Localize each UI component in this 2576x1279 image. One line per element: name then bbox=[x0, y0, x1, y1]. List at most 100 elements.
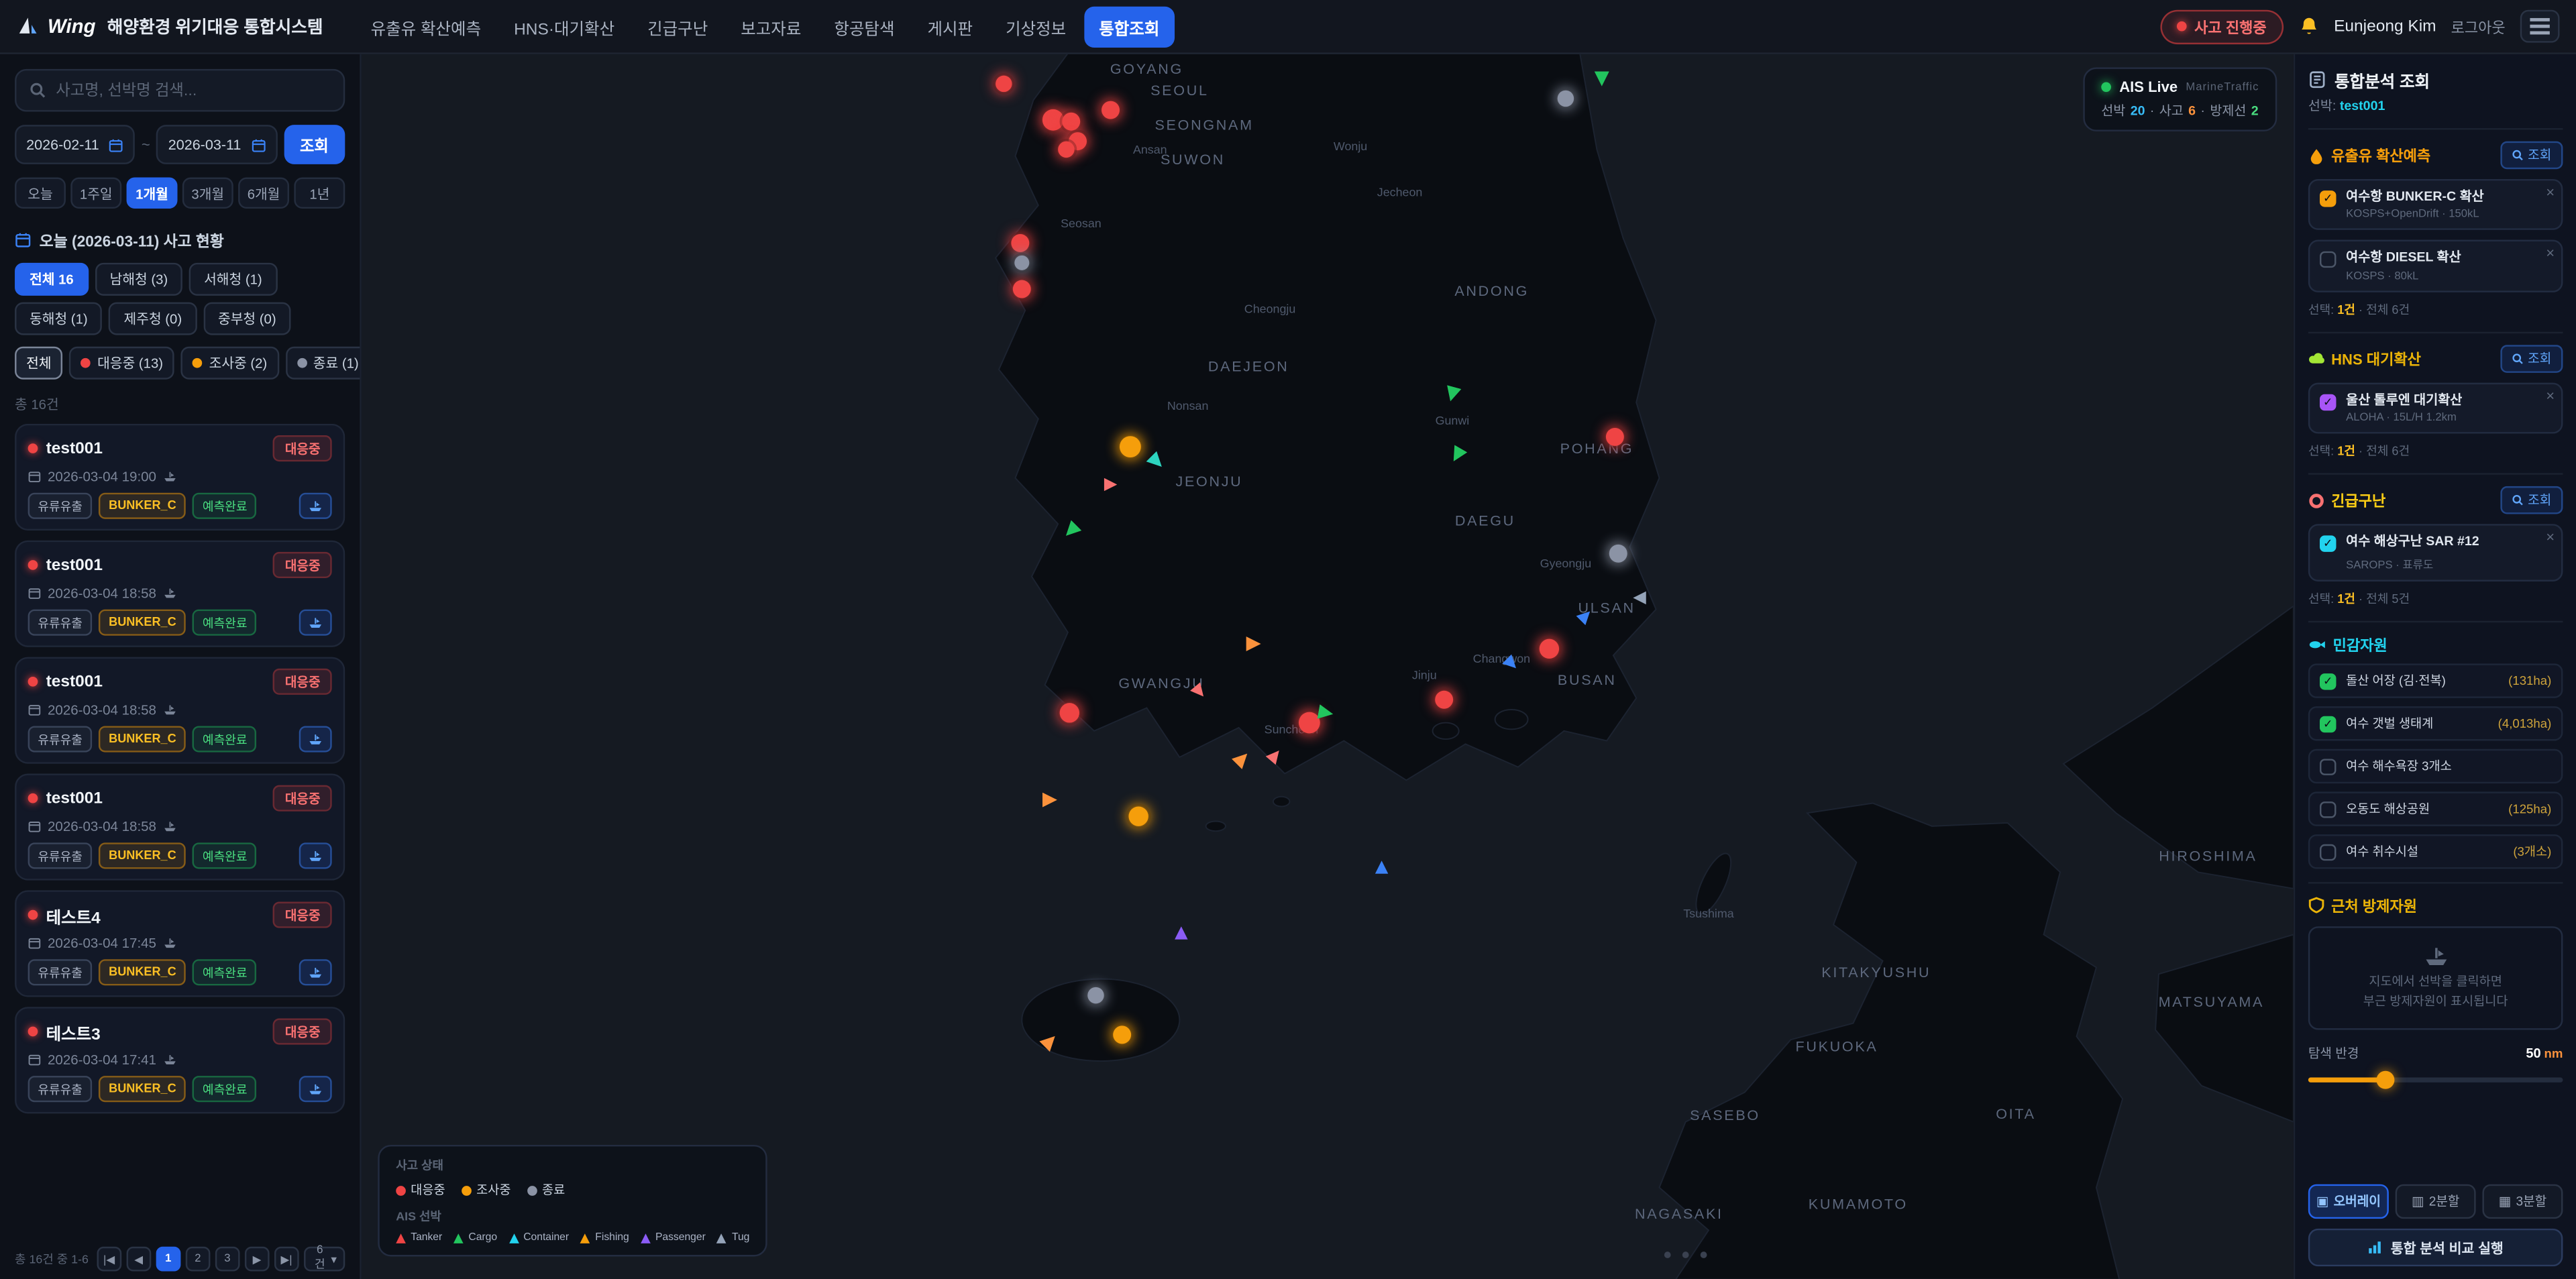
locate-on-map-button[interactable] bbox=[299, 610, 332, 636]
resource-row[interactable]: 여수 갯벌 생태계 (4,013ha) bbox=[2308, 706, 2563, 740]
quick-range-button[interactable]: 오늘 bbox=[15, 177, 66, 209]
simulation-item[interactable]: 여수 해상구난 SAR #12 SAROPS · 표류도 × bbox=[2308, 524, 2563, 581]
region-filter-chip[interactable]: 전체 16 bbox=[15, 263, 89, 296]
radius-slider[interactable] bbox=[2308, 1069, 2563, 1091]
region-filter-chip[interactable]: 제주청 (0) bbox=[109, 302, 197, 335]
map-marker[interactable] bbox=[1060, 703, 1079, 722]
resource-checkbox[interactable] bbox=[2320, 673, 2336, 689]
resource-row[interactable]: 오동도 해상공원 (125ha) bbox=[2308, 791, 2563, 825]
map-marker[interactable] bbox=[996, 76, 1012, 92]
resource-checkbox[interactable] bbox=[2320, 801, 2336, 817]
status-filter-chip[interactable]: 대응중 (13) bbox=[70, 347, 175, 380]
page-number-button[interactable]: 3 bbox=[215, 1247, 240, 1272]
nav-item[interactable]: 긴급구난 bbox=[633, 6, 722, 47]
simulation-checkbox[interactable] bbox=[2320, 190, 2336, 207]
sar-query-button[interactable]: 조회 bbox=[2500, 486, 2563, 514]
map-marker[interactable] bbox=[1318, 704, 1335, 722]
nav-item[interactable]: 항공탐색 bbox=[819, 6, 909, 47]
map-marker[interactable] bbox=[1058, 142, 1074, 158]
locate-on-map-button[interactable] bbox=[299, 726, 332, 752]
locate-on-map-button[interactable] bbox=[299, 959, 332, 985]
map-marker[interactable] bbox=[1061, 520, 1081, 541]
quick-range-button[interactable]: 3개월 bbox=[182, 177, 233, 209]
remove-item-button[interactable]: × bbox=[2546, 531, 2555, 545]
quick-range-button[interactable]: 1년 bbox=[294, 177, 345, 209]
map-marker[interactable] bbox=[1576, 607, 1595, 626]
locate-on-map-button[interactable] bbox=[299, 493, 332, 519]
resource-checkbox[interactable] bbox=[2320, 716, 2336, 732]
remove-item-button[interactable]: × bbox=[2546, 186, 2555, 201]
map-marker[interactable] bbox=[1443, 385, 1461, 403]
simulation-checkbox[interactable] bbox=[2320, 252, 2336, 268]
nav-item[interactable]: 보고자료 bbox=[726, 6, 816, 47]
map[interactable]: GOYANGSEOULSEONGNAMAnsanSUWONWonjuJecheo… bbox=[362, 54, 2294, 1279]
map-marker[interactable] bbox=[1039, 1031, 1060, 1052]
bell-icon[interactable] bbox=[2298, 15, 2319, 37]
map-marker[interactable] bbox=[1128, 806, 1148, 826]
nav-item[interactable]: 기상정보 bbox=[991, 6, 1081, 47]
status-filter-chip[interactable]: 조사중 (2) bbox=[181, 347, 278, 380]
page-last-button[interactable]: ▶| bbox=[274, 1247, 299, 1272]
map-marker[interactable] bbox=[1190, 682, 1209, 701]
remove-item-button[interactable]: × bbox=[2546, 389, 2555, 404]
map-marker[interactable] bbox=[1175, 926, 1188, 940]
hns-query-button[interactable]: 조회 bbox=[2500, 345, 2563, 373]
date-query-button[interactable]: 조회 bbox=[283, 125, 345, 164]
quick-range-button[interactable]: 6개월 bbox=[238, 177, 289, 209]
simulation-checkbox[interactable] bbox=[2320, 394, 2336, 410]
remove-item-button[interactable]: × bbox=[2546, 247, 2555, 262]
simulation-item[interactable]: 여수항 DIESEL 확산 KOSPS · 80kL × bbox=[2308, 241, 2563, 292]
page-number-button[interactable]: 1 bbox=[156, 1247, 180, 1272]
map-marker[interactable] bbox=[1062, 113, 1080, 131]
map-marker[interactable] bbox=[1435, 691, 1453, 709]
incident-card[interactable]: test001 대응중 2026-03-04 18:58 유류유출BUNKER_… bbox=[15, 541, 345, 647]
region-filter-chip[interactable]: 서해청 (1) bbox=[189, 263, 277, 296]
nav-item[interactable]: HNS·대기확산 bbox=[499, 6, 629, 47]
page-size-select[interactable]: 6건 ▾ bbox=[304, 1247, 345, 1272]
status-filter-all[interactable]: 전체 bbox=[15, 347, 63, 380]
resource-checkbox[interactable] bbox=[2320, 844, 2336, 860]
map-marker[interactable] bbox=[1447, 445, 1467, 465]
oil-query-button[interactable]: 조회 bbox=[2500, 142, 2563, 170]
map-marker[interactable] bbox=[1299, 712, 1320, 734]
view-mode-button[interactable]: ▥ 2분할 bbox=[2396, 1184, 2476, 1219]
locate-on-map-button[interactable] bbox=[299, 842, 332, 869]
date-from-input[interactable]: 2026-02-11 bbox=[15, 125, 135, 164]
incident-active-badge[interactable]: 사고 진행중 bbox=[2160, 9, 2283, 43]
map-marker[interactable] bbox=[1014, 256, 1029, 270]
page-prev-button[interactable]: ◀ bbox=[126, 1247, 151, 1272]
map-marker[interactable] bbox=[1540, 639, 1559, 659]
simulation-checkbox[interactable] bbox=[2320, 536, 2336, 552]
map-marker[interactable] bbox=[1595, 72, 1609, 87]
view-mode-button[interactable]: ▣ 오버레이 bbox=[2308, 1184, 2389, 1219]
map-marker[interactable] bbox=[1246, 636, 1261, 651]
map-marker[interactable] bbox=[1120, 436, 1141, 457]
date-to-input[interactable]: 2026-03-11 bbox=[157, 125, 277, 164]
map-marker[interactable] bbox=[1042, 109, 1064, 131]
nav-item[interactable]: 통합조회 bbox=[1084, 6, 1174, 47]
resource-row[interactable]: 여수 취수시설 (3개소) bbox=[2308, 834, 2563, 868]
map-marker[interactable] bbox=[1375, 860, 1389, 874]
locate-on-map-button[interactable] bbox=[299, 1076, 332, 1102]
map-marker[interactable] bbox=[1042, 793, 1057, 808]
logout-button[interactable]: 로그아웃 bbox=[2451, 15, 2506, 37]
map-marker[interactable] bbox=[1013, 280, 1031, 298]
map-marker[interactable] bbox=[1011, 234, 1029, 252]
quick-range-button[interactable]: 1주일 bbox=[70, 177, 121, 209]
incident-card[interactable]: 테스트3 대응중 2026-03-04 17:41 유류유출BUNKER_C예측… bbox=[15, 1007, 345, 1113]
search-input[interactable] bbox=[56, 81, 330, 99]
map-marker[interactable] bbox=[1701, 1252, 1707, 1258]
hamburger-menu-button[interactable] bbox=[2520, 10, 2560, 43]
map-marker[interactable] bbox=[1113, 1025, 1131, 1044]
map-marker[interactable] bbox=[1232, 748, 1252, 769]
map-marker[interactable] bbox=[1502, 655, 1521, 673]
quick-range-button[interactable]: 1개월 bbox=[127, 177, 178, 209]
map-marker[interactable] bbox=[1102, 101, 1120, 119]
incident-card[interactable]: test001 대응중 2026-03-04 18:58 유류유출BUNKER_… bbox=[15, 657, 345, 764]
resource-row[interactable]: 여수 해수욕장 3개소 bbox=[2308, 748, 2563, 783]
incident-card[interactable]: test001 대응중 2026-03-04 19:00 유류유출BUNKER_… bbox=[15, 424, 345, 531]
run-comparison-button[interactable]: 통합 분석 비교 실행 bbox=[2308, 1229, 2563, 1266]
simulation-item[interactable]: 울산 톨루엔 대기확산 ALOHA · 15L/H 1.2km × bbox=[2308, 382, 2563, 434]
map-marker[interactable] bbox=[1682, 1252, 1689, 1258]
map-marker[interactable] bbox=[1664, 1252, 1671, 1258]
